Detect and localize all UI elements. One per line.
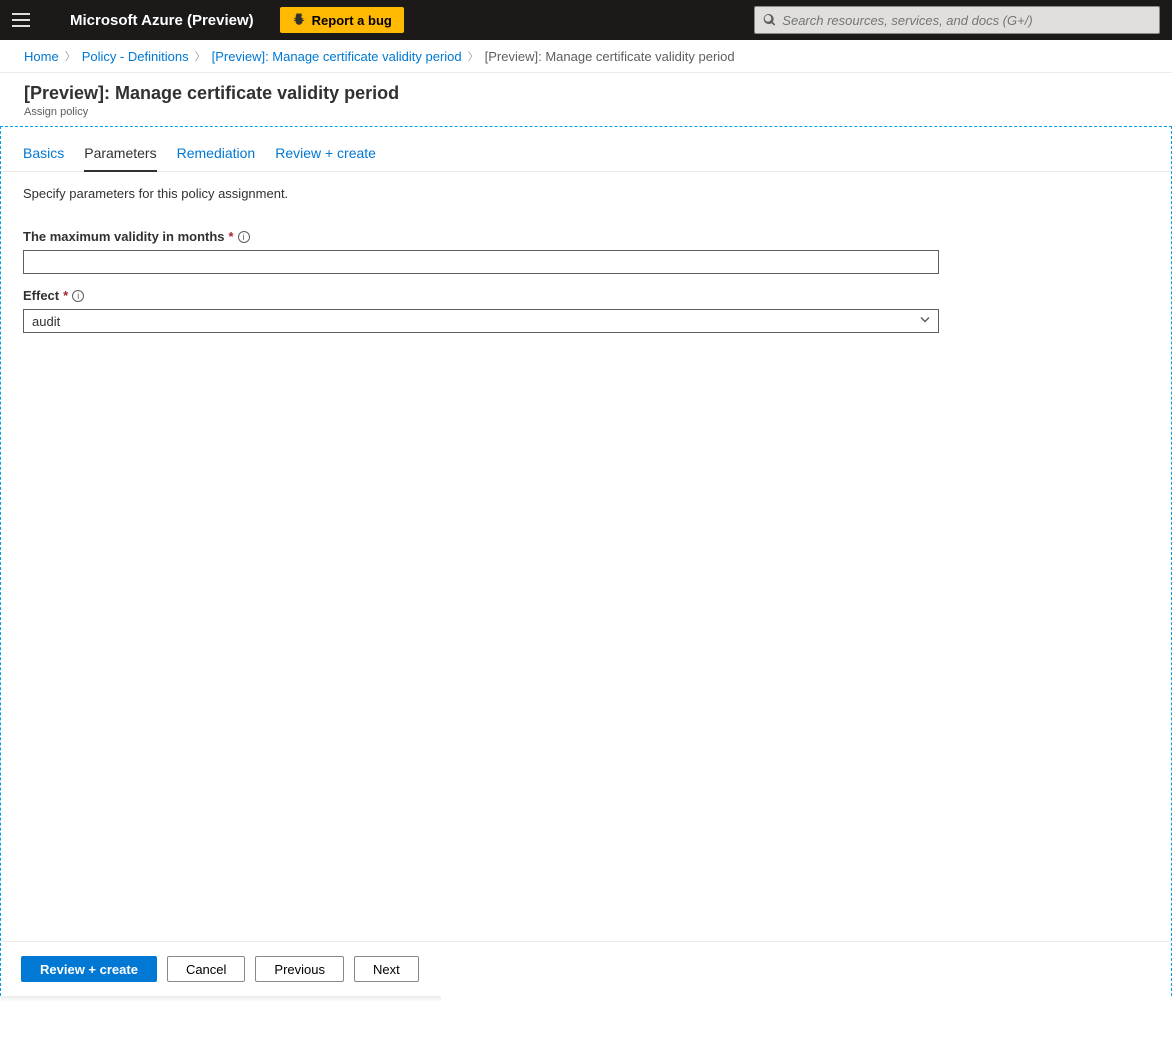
max-validity-label: The maximum validity in months (23, 229, 225, 244)
required-marker: * (63, 288, 68, 303)
footer-bar: Review + create Cancel Previous Next (1, 941, 1171, 996)
intro-text: Specify parameters for this policy assig… (1, 172, 1171, 205)
breadcrumb-current: [Preview]: Manage certificate validity p… (485, 49, 735, 64)
info-icon[interactable]: i (238, 231, 250, 243)
field-effect: Effect * i audit (23, 288, 939, 333)
form-area: The maximum validity in months * i Effec… (1, 205, 961, 343)
breadcrumb: Home 〉 Policy - Definitions 〉 [Preview]:… (0, 40, 1172, 73)
content-panel: Basics Parameters Remediation Review + c… (0, 126, 1172, 996)
breadcrumb-home[interactable]: Home (24, 49, 59, 64)
effect-label: Effect (23, 288, 59, 303)
tabs: Basics Parameters Remediation Review + c… (1, 127, 1171, 172)
page-subtitle: Assign policy (24, 106, 1148, 118)
max-validity-input[interactable] (23, 250, 939, 274)
hamburger-menu-icon[interactable] (12, 10, 32, 30)
page-header: [Preview]: Manage certificate validity p… (0, 73, 1172, 124)
cancel-button[interactable]: Cancel (167, 956, 245, 982)
tab-basics[interactable]: Basics (23, 145, 64, 171)
effect-select[interactable]: audit (23, 309, 939, 333)
chevron-right-icon: 〉 (468, 48, 479, 64)
footer-shadow (1, 996, 441, 1002)
info-icon[interactable]: i (72, 290, 84, 302)
tab-parameters[interactable]: Parameters (84, 145, 156, 171)
previous-button[interactable]: Previous (255, 956, 344, 982)
breadcrumb-preview-policy[interactable]: [Preview]: Manage certificate validity p… (212, 49, 462, 64)
top-bar: Microsoft Azure (Preview) Report a bug (0, 0, 1172, 40)
review-create-button[interactable]: Review + create (21, 956, 157, 982)
search-input[interactable] (782, 13, 1151, 28)
page-title: [Preview]: Manage certificate validity p… (24, 83, 1148, 104)
bug-icon (292, 13, 306, 27)
chevron-right-icon: 〉 (65, 48, 76, 64)
next-button[interactable]: Next (354, 956, 419, 982)
breadcrumb-policy-definitions[interactable]: Policy - Definitions (82, 49, 189, 64)
report-bug-button[interactable]: Report a bug (280, 7, 404, 33)
global-search[interactable] (754, 6, 1160, 34)
chevron-right-icon: 〉 (195, 48, 206, 64)
effect-selected-value: audit (32, 314, 60, 329)
field-max-validity: The maximum validity in months * i (23, 229, 939, 274)
search-icon (763, 13, 776, 27)
brand-label: Microsoft Azure (Preview) (70, 12, 254, 29)
report-bug-label: Report a bug (312, 13, 392, 28)
tab-remediation[interactable]: Remediation (177, 145, 256, 171)
tab-review-create[interactable]: Review + create (275, 145, 376, 171)
required-marker: * (229, 229, 234, 244)
